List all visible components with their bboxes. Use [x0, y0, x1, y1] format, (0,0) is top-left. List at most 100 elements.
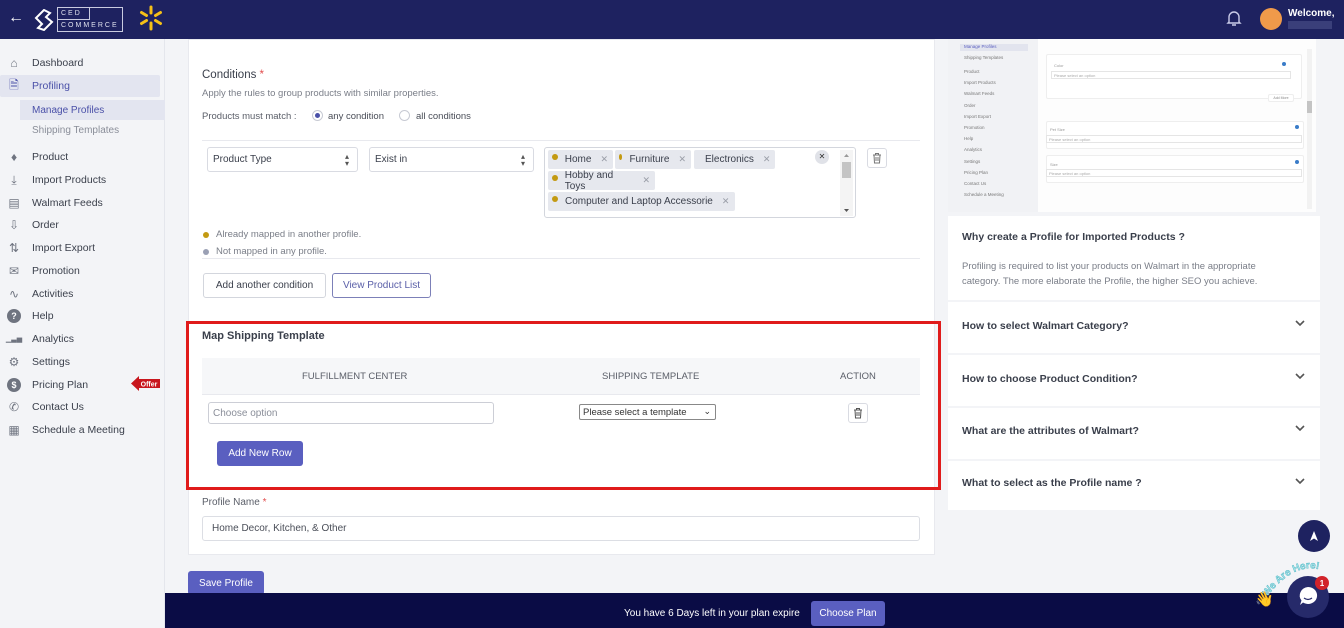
- remove-chip-icon[interactable]: ✕: [600, 154, 608, 165]
- sidebar-item-settings[interactable]: ⚙ Settings: [0, 351, 160, 373]
- shipping-template-select[interactable]: Please select a template ⌄: [579, 404, 716, 420]
- fulfillment-center-input[interactable]: Choose option: [208, 402, 494, 424]
- profile-name-input[interactable]: Home Decor, Kitchen, & Other: [202, 516, 920, 541]
- remove-chip-icon[interactable]: ✕: [642, 175, 650, 186]
- remove-chip-icon[interactable]: ✕: [763, 154, 771, 165]
- walmart-spark-icon: [140, 5, 162, 31]
- plan-expiry-text: You have 6 Days left in your plan expire: [624, 608, 800, 619]
- divider: [202, 140, 920, 141]
- sidebar-item-label: Walmart Feeds: [32, 197, 103, 209]
- sort-arrows-icon: ▴ ▾: [344, 152, 349, 168]
- preview-sidebar-item: Order: [964, 102, 976, 108]
- faq-question[interactable]: What are the attributes of Walmart?: [962, 425, 1139, 437]
- sidebar-item-product[interactable]: ♦ Product: [0, 146, 160, 168]
- gear-icon: ⚙: [8, 355, 20, 369]
- add-condition-button[interactable]: Add another condition: [203, 273, 326, 298]
- sidebar-item-label: Activities: [32, 288, 74, 300]
- svg-text:Offer: Offer: [141, 382, 158, 389]
- chevron-down-icon[interactable]: [1294, 319, 1306, 327]
- top-header: [0, 0, 1344, 39]
- delete-row-button[interactable]: [848, 403, 868, 423]
- radio-all-conditions[interactable]: [399, 110, 410, 121]
- faq-intro-body: Profiling is required to list your produ…: [962, 261, 1258, 287]
- sidebar-item-label: Schedule a Meeting: [32, 424, 125, 436]
- help-icon: ?: [7, 309, 21, 323]
- sidebar-item-help[interactable]: ? Help: [0, 305, 160, 327]
- navigation-arrow-icon: [1310, 531, 1318, 541]
- sidebar-item-label: Settings: [32, 356, 70, 368]
- clear-all-icon[interactable]: ✕: [815, 150, 829, 164]
- sidebar-item-label: Analytics: [32, 333, 75, 345]
- chevron-down-icon: ⌄: [703, 406, 711, 416]
- shipping-section-title: Map Shipping Template: [202, 330, 325, 342]
- sidebar-subitem-manage-profiles[interactable]: Manage Profiles: [20, 100, 165, 120]
- sidebar-item-schedule-a-meeting[interactable]: ▦ Schedule a Meeting: [0, 419, 160, 441]
- chevron-down-icon[interactable]: [1294, 477, 1306, 485]
- preview-sidebar-item: Settings: [964, 158, 981, 164]
- preview-sidebar-item: Schedule a Meeting: [964, 192, 1004, 198]
- sidebar-item-order[interactable]: ⇩ Order: [0, 214, 160, 236]
- download-icon: ⤓: [11, 172, 17, 187]
- trash-icon: [873, 153, 881, 164]
- back-arrow-icon[interactable]: ←: [8, 9, 24, 27]
- view-product-list-button[interactable]: View Product List: [332, 273, 431, 298]
- profile-name-label: Profile Name *: [202, 497, 267, 508]
- sidebar-item-contact-us[interactable]: ✆ Contact Us: [0, 396, 160, 418]
- arrows-updown-icon: ⇅: [8, 241, 20, 255]
- chevron-down-icon[interactable]: [1294, 372, 1306, 380]
- sidebar-subitem-shipping-templates[interactable]: Shipping Templates: [20, 120, 165, 140]
- mapped-dot-icon: [203, 231, 209, 238]
- chevron-down-icon[interactable]: [1294, 424, 1306, 432]
- chat-unread-badge: 1: [1315, 576, 1329, 590]
- phone-icon: ✆: [8, 400, 20, 414]
- profile-add-icon: 🗎: [9, 77, 19, 92]
- sidebar-item-label: Import Products: [32, 174, 107, 186]
- sidebar-item-walmart-feeds[interactable]: ▤ Walmart Feeds: [0, 192, 160, 214]
- remove-chip-icon[interactable]: ✕: [722, 196, 730, 207]
- preview-sidebar-item: Import Products: [964, 80, 996, 86]
- radio-all-conditions-label[interactable]: all conditions: [416, 111, 471, 122]
- choose-plan-button[interactable]: Choose Plan: [811, 601, 885, 626]
- preview-sidebar-item: Analytics: [964, 147, 983, 153]
- bell-icon[interactable]: [1224, 8, 1244, 28]
- save-profile-button[interactable]: Save Profile: [188, 571, 264, 595]
- sidebar-item-import-export[interactable]: ⇅ Import Export: [0, 237, 160, 259]
- chip-furniture: Furniture ✕: [615, 150, 691, 169]
- waving-hand-icon: 👋: [1255, 591, 1274, 608]
- delete-condition-button[interactable]: [867, 148, 887, 168]
- remove-chip-icon[interactable]: ✕: [678, 154, 686, 165]
- mapped-dot-icon: [619, 154, 623, 160]
- sidebar-item-activities[interactable]: ∿ Activities: [0, 283, 160, 305]
- scroll-to-top-button[interactable]: [1298, 520, 1330, 552]
- operator-select[interactable]: Exist in ▴ ▾: [369, 147, 534, 172]
- username-redacted: [1288, 21, 1332, 29]
- sidebar-item-promotion[interactable]: ✉ Promotion: [0, 260, 160, 282]
- faq-question[interactable]: How to choose Product Condition?: [962, 373, 1138, 385]
- unmapped-dot-icon: [203, 248, 209, 255]
- user-avatar[interactable]: [1260, 8, 1282, 30]
- sidebar-item-dashboard[interactable]: ⌂ Dashboard: [0, 52, 160, 74]
- help-video-preview[interactable]: Manage Profiles Shipping Templates Produ…: [948, 39, 1316, 212]
- inbox-download-icon: ⇩: [8, 218, 20, 232]
- trash-icon: [854, 408, 862, 419]
- mapped-dot-icon: [552, 154, 558, 160]
- logo-text-top: CED: [58, 8, 90, 20]
- sidebar-item-label: Promotion: [32, 265, 80, 277]
- faq-question[interactable]: How to select Walmart Category?: [962, 320, 1128, 332]
- chip-home: Home ✕: [548, 150, 613, 169]
- archive-icon: ▤: [8, 196, 20, 210]
- cedcommerce-logo[interactable]: CED COMMERCE: [34, 7, 123, 32]
- radio-any-condition-label[interactable]: any condition: [328, 111, 384, 122]
- radio-any-condition[interactable]: [312, 110, 323, 121]
- divider: [202, 258, 920, 259]
- sidebar-item-label: Order: [32, 219, 59, 231]
- faq-question[interactable]: What to select as the Profile name ?: [962, 477, 1142, 489]
- add-new-row-button[interactable]: Add New Row: [217, 441, 303, 466]
- sidebar-item-profiling[interactable]: 🗎 Profiling: [0, 75, 160, 97]
- multiselect-scrollbar[interactable]: [840, 150, 853, 216]
- offer-badge[interactable]: Offer: [131, 376, 161, 391]
- sidebar-item-analytics[interactable]: ▁▃▅ Analytics: [0, 328, 160, 350]
- bar-chart-icon: ▁▃▅: [5, 336, 23, 343]
- sidebar-item-import-products[interactable]: ⤓ Import Products: [0, 169, 160, 191]
- attribute-select[interactable]: Product Type ▴ ▾: [207, 147, 358, 172]
